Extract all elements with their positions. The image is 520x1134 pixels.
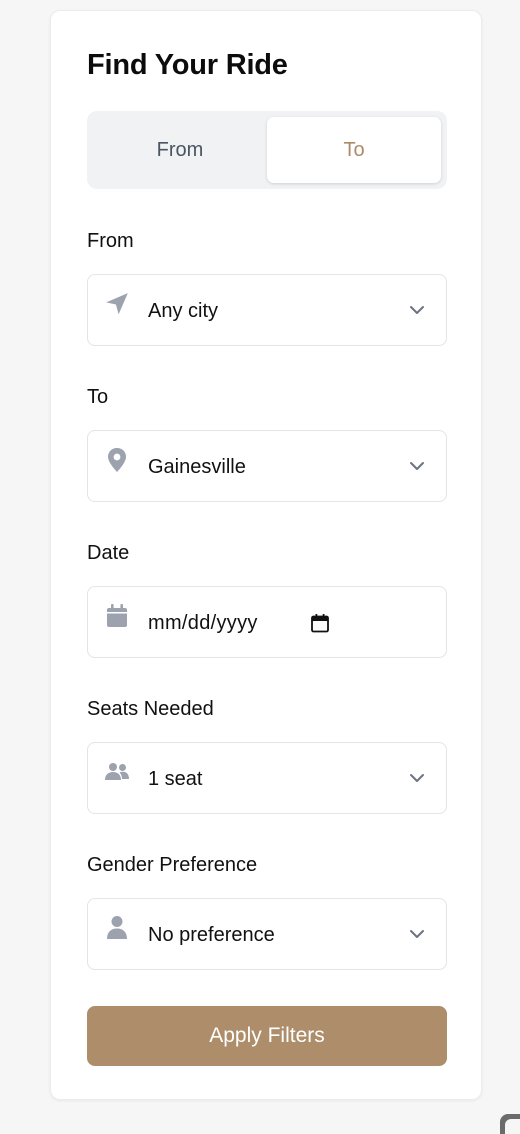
page-title: Find Your Ride <box>87 49 288 81</box>
date-placeholder: mm/dd/yyyy <box>148 611 258 634</box>
chevron-down-icon <box>410 930 424 938</box>
from-select[interactable]: Any city <box>87 274 447 346</box>
calendar-icon <box>104 603 130 629</box>
chevron-down-icon <box>410 306 424 314</box>
seats-label: Seats Needed <box>87 698 214 720</box>
chevron-down-icon <box>410 462 424 470</box>
from-label: From <box>87 230 134 252</box>
seats-value: 1 seat <box>148 767 203 790</box>
from-value: Any city <box>148 299 219 322</box>
user-icon <box>104 915 130 941</box>
gender-value: No preference <box>148 923 275 946</box>
map-pin-icon <box>104 447 130 473</box>
navigation-arrow-icon <box>104 291 130 317</box>
users-icon <box>104 759 130 785</box>
date-label: Date <box>87 542 130 564</box>
toggle-from[interactable]: From <box>93 117 267 183</box>
to-value: Gainesville <box>148 455 246 478</box>
chevron-down-icon <box>410 774 424 782</box>
gender-label: Gender Preference <box>87 854 258 876</box>
calendar-picker-icon[interactable] <box>310 613 330 633</box>
direction-toggle: From To <box>87 111 447 189</box>
toggle-to[interactable]: To <box>267 117 441 183</box>
filter-card: Find Your Ride From To From Any city To … <box>50 10 482 1100</box>
gender-select[interactable]: No preference <box>87 898 447 970</box>
apply-filters-button[interactable]: Apply Filters <box>87 1006 447 1066</box>
to-label: To <box>87 386 109 408</box>
to-select[interactable]: Gainesville <box>87 430 447 502</box>
seats-select[interactable]: 1 seat <box>87 742 447 814</box>
scrollbar-corner <box>500 1114 520 1134</box>
date-input[interactable]: mm/dd/yyyy <box>87 586 447 658</box>
